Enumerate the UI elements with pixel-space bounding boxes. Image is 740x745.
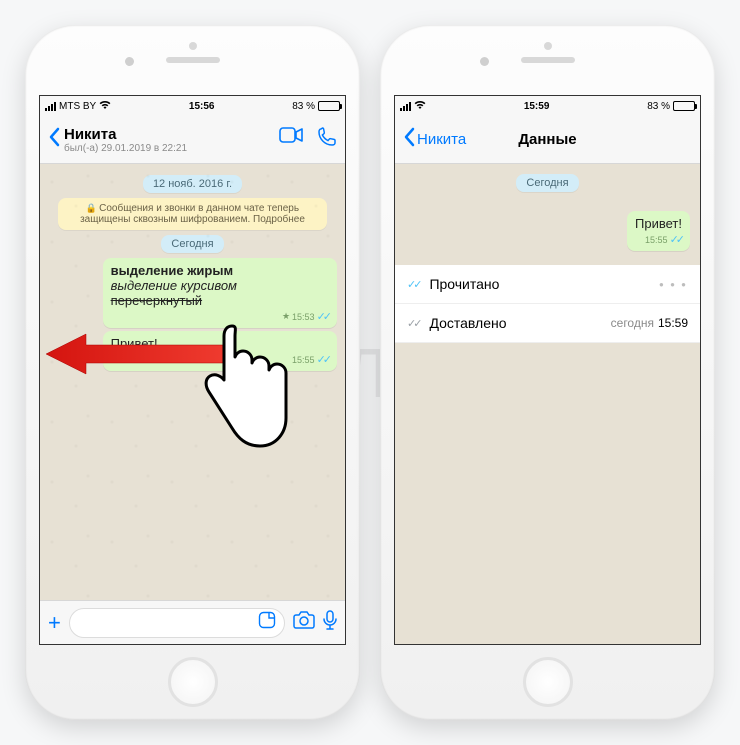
row-read: ✓✓ Прочитано ● ● ●	[395, 265, 700, 304]
message-bubble-1[interactable]: выделение жирым выделение курсивом переч…	[103, 258, 337, 328]
encryption-text: Сообщения и звонки в данном чате теперь …	[80, 203, 305, 225]
home-button[interactable]	[523, 657, 573, 707]
video-call-icon[interactable]	[279, 127, 303, 152]
battery-icon	[318, 101, 340, 111]
battery-percent: 83 %	[292, 101, 315, 112]
contact-title-block[interactable]: Никита был(-а) 29.01.2019 в 22:21	[64, 126, 279, 154]
lock-icon: 🔒	[86, 203, 97, 213]
row-delivered: ✓✓ Доставлено сегодня 15:59	[395, 304, 700, 343]
sticker-icon[interactable]	[258, 611, 276, 634]
status-time: 15:59	[524, 101, 550, 112]
preview-time: 15:55	[645, 235, 668, 245]
carrier-label: MTS BY	[59, 101, 96, 112]
delivered-ticks-icon: ✓✓	[407, 317, 419, 330]
date-separator-today: Сегодня	[516, 174, 578, 192]
voice-call-icon[interactable]	[317, 127, 337, 152]
read-ticks-icon: ✓✓	[670, 233, 682, 246]
camera-icon[interactable]	[293, 611, 315, 634]
earpiece-speaker	[521, 57, 575, 63]
chat-header: Никита был(-а) 29.01.2019 в 22:21	[40, 116, 345, 164]
delivered-label: Доставлено	[429, 315, 506, 331]
signal-bars-icon	[400, 102, 411, 111]
status-time: 15:56	[189, 101, 215, 112]
back-chevron-icon[interactable]	[48, 127, 60, 153]
delivery-info-list: ✓✓ Прочитано ● ● ● ✓✓ Доставлено сегодня…	[395, 265, 700, 343]
message-input-bar: +	[40, 600, 345, 644]
message-preview-bubble[interactable]: Привет! 15:55 ✓✓	[627, 211, 690, 251]
delivered-time: 15:59	[658, 316, 688, 330]
back-chevron-icon[interactable]	[403, 127, 415, 153]
msg2-time: 15:55	[292, 355, 315, 365]
back-label[interactable]: Никита	[417, 131, 466, 148]
msg2-text: Привет!	[111, 336, 158, 351]
msg1-strike-line: перечеркнутый	[111, 293, 329, 308]
info-body: Сегодня Привет! 15:55 ✓✓ ✓✓ Прочитано ●	[395, 164, 700, 644]
wifi-icon	[414, 100, 426, 113]
delivered-day: сегодня	[611, 316, 654, 330]
attach-plus-icon[interactable]: +	[48, 610, 61, 636]
battery-icon	[673, 101, 695, 111]
front-camera	[125, 57, 134, 66]
pending-dots-icon: ● ● ●	[659, 280, 688, 289]
microphone-icon[interactable]	[323, 610, 337, 635]
battery-percent: 83 %	[647, 101, 670, 112]
msg1-time: 15:53	[292, 312, 315, 322]
contact-name: Никита	[64, 126, 279, 143]
msg1-bold-line: выделение жирым	[111, 263, 329, 278]
star-icon: ★	[282, 311, 290, 322]
sensor-dot	[189, 42, 197, 50]
screen-left: MTS BY 15:56 83 % Никита был(-а) 29.01.2…	[39, 95, 346, 645]
message-bubble-2[interactable]: Привет! 15:55 ✓✓	[103, 331, 337, 371]
status-bar: 15:59 83 %	[395, 96, 700, 116]
sensor-dot	[544, 42, 552, 50]
chat-body[interactable]: 12 нояб. 2016 г. 🔒Сообщения и звонки в д…	[40, 164, 345, 600]
info-header: Никита Данные	[395, 116, 700, 164]
encryption-notice[interactable]: 🔒Сообщения и звонки в данном чате теперь…	[58, 198, 328, 230]
wifi-icon	[99, 100, 111, 113]
read-ticks-icon: ✓✓	[317, 310, 329, 323]
phone-right: 15:59 83 % Никита Данные Сегодня Привет!…	[380, 25, 715, 720]
signal-bars-icon	[45, 102, 56, 111]
read-ticks-icon: ✓✓	[407, 278, 419, 291]
date-separator: 12 нояб. 2016 г.	[143, 175, 242, 193]
read-ticks-icon: ✓✓	[317, 353, 329, 366]
status-bar: MTS BY 15:56 83 %	[40, 96, 345, 116]
home-button[interactable]	[168, 657, 218, 707]
date-separator-today: Сегодня	[161, 235, 223, 253]
last-seen: был(-а) 29.01.2019 в 22:21	[64, 143, 279, 154]
preview-text: Привет!	[635, 216, 682, 231]
msg1-italic-line: выделение курсивом	[111, 278, 329, 293]
front-camera	[480, 57, 489, 66]
phone-left: MTS BY 15:56 83 % Никита был(-а) 29.01.2…	[25, 25, 360, 720]
read-label: Прочитано	[429, 276, 499, 292]
earpiece-speaker	[166, 57, 220, 63]
message-input[interactable]	[69, 608, 285, 638]
screen-right: 15:59 83 % Никита Данные Сегодня Привет!…	[394, 95, 701, 645]
